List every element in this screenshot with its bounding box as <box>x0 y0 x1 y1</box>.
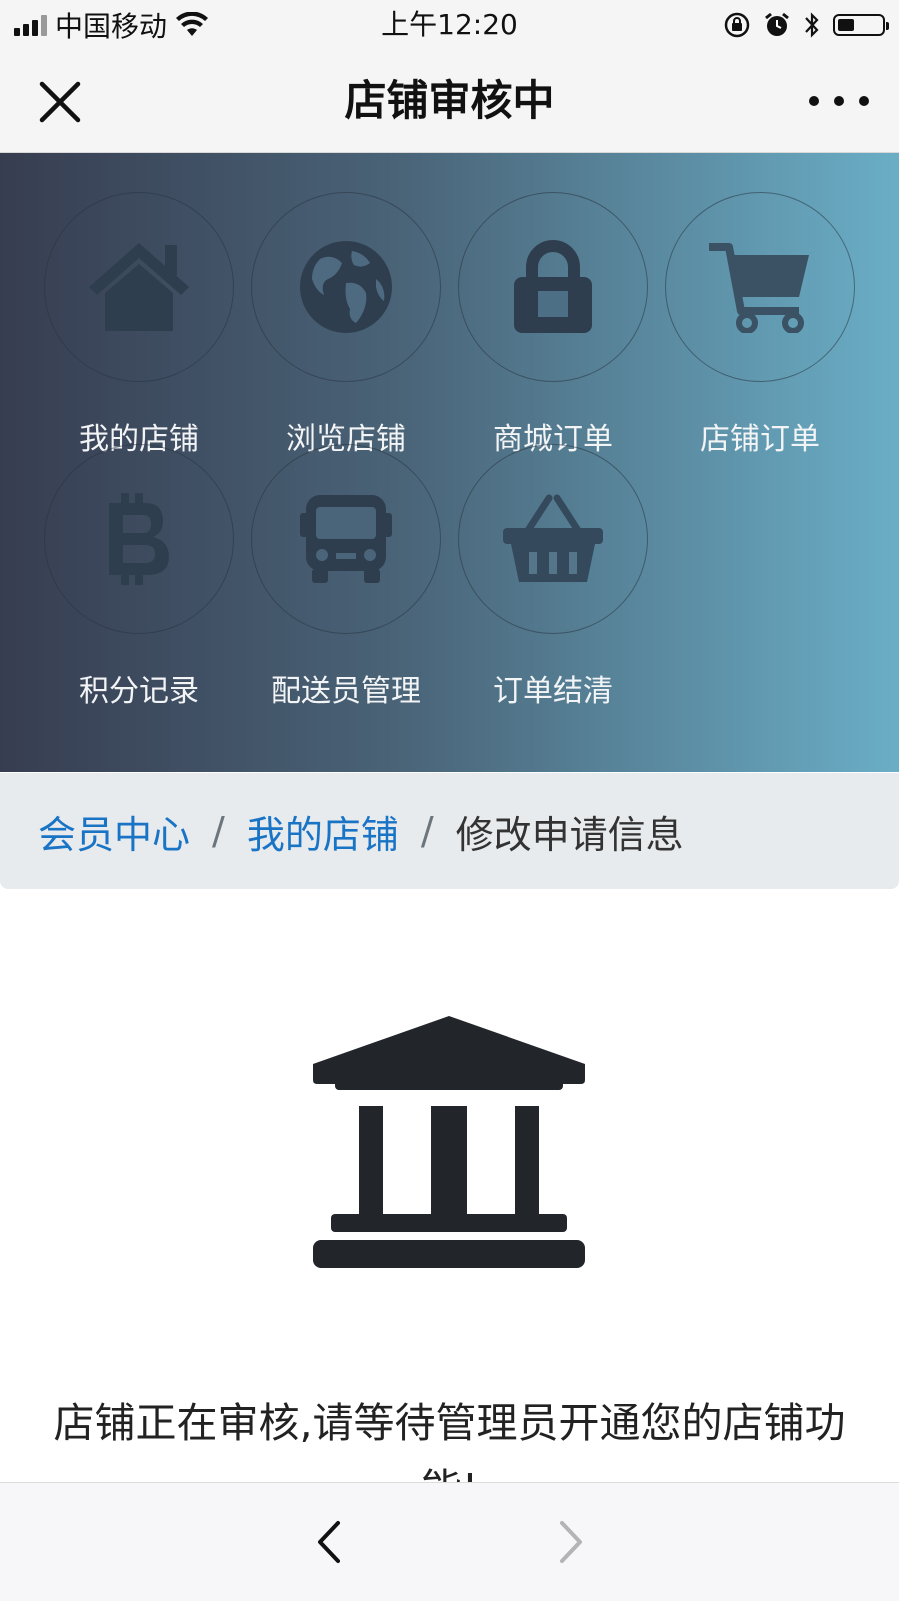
home-icon <box>89 243 189 331</box>
orientation-lock-icon <box>724 12 750 38</box>
menu-item-label: 订单结清 <box>493 674 613 709</box>
menu-item-label: 配送员管理 <box>271 674 421 709</box>
status-right <box>723 8 889 42</box>
menu-item-browse-shops[interactable]: 浏览店铺 <box>251 192 441 457</box>
breadcrumb: 会员中心 / 我的店铺 / 修改申请信息 <box>0 773 899 889</box>
menu-item-points-record[interactable]: 积分记录 <box>44 444 234 709</box>
browser-toolbar <box>0 1482 899 1601</box>
status-bar: 中国移动 上午12:20 <box>0 0 899 50</box>
bluetooth-icon <box>805 12 819 38</box>
bank-icon <box>313 1016 585 1268</box>
menu-item-my-shop[interactable]: 我的店铺 <box>44 192 234 457</box>
more-icon[interactable] <box>809 80 869 122</box>
breadcrumb-member-center[interactable]: 会员中心 <box>38 804 190 859</box>
menu-item-order-settlement[interactable]: 订单结清 <box>458 444 648 709</box>
bitcoin-icon <box>109 493 169 585</box>
page-title: 店铺审核中 <box>344 76 555 125</box>
shop-menu-panel: 我的店铺 浏览店铺 商城订单 店铺订单 积分记录 配送员管理 订单结清 <box>0 153 899 772</box>
bus-icon <box>300 495 392 583</box>
chevron-left-icon[interactable] <box>310 1517 350 1567</box>
chevron-right-icon[interactable] <box>550 1517 590 1567</box>
menu-item-label: 店铺订单 <box>700 422 820 457</box>
cart-icon <box>709 243 809 333</box>
menu-item-courier-management[interactable]: 配送员管理 <box>251 444 441 709</box>
nav-bar: 店铺审核中 <box>0 50 899 153</box>
alarm-icon <box>765 12 789 36</box>
basket-icon <box>503 494 603 582</box>
battery-icon <box>833 14 889 36</box>
globe-icon <box>300 241 392 333</box>
breadcrumb-separator: / <box>212 809 225 853</box>
breadcrumb-current: 修改申请信息 <box>455 812 684 857</box>
menu-item-mall-orders[interactable]: 商城订单 <box>458 192 648 457</box>
lock-icon <box>514 240 592 333</box>
breadcrumb-separator: / <box>420 809 434 853</box>
menu-item-shop-orders[interactable]: 店铺订单 <box>665 192 855 457</box>
breadcrumb-my-shop[interactable]: 我的店铺 <box>247 804 399 859</box>
menu-item-label: 积分记录 <box>79 674 199 709</box>
